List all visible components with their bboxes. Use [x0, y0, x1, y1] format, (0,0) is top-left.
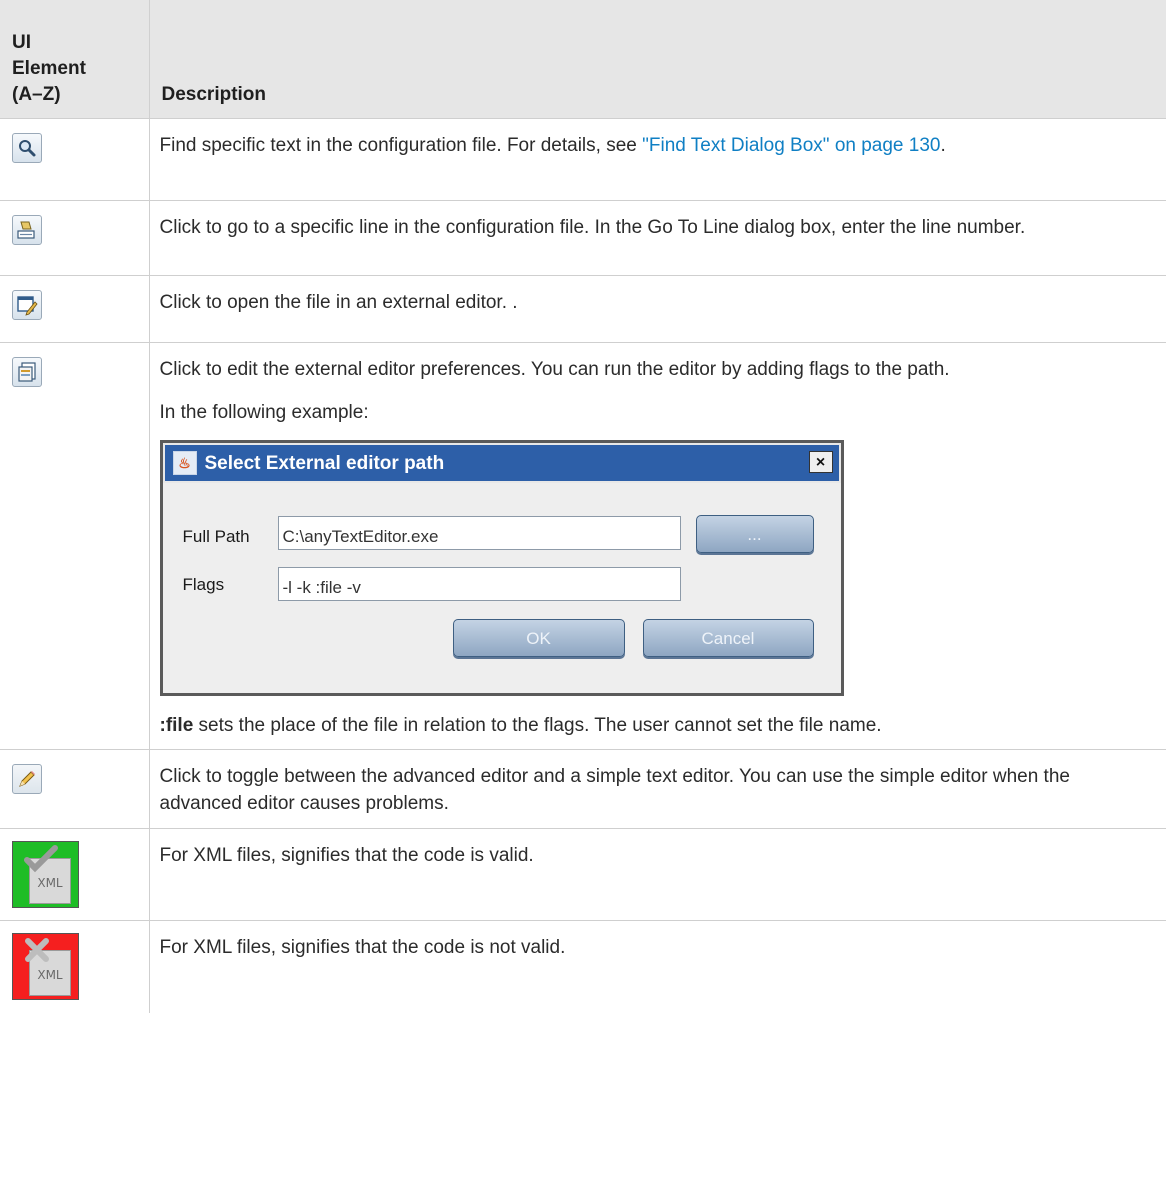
pencil-toggle-icon [12, 764, 42, 794]
flags-field[interactable]: -l -k :file -v [277, 567, 681, 601]
row-description: Find specific text in the configuration … [160, 132, 1153, 159]
description-text-end: . [940, 135, 946, 156]
table-row: Click to toggle between the advanced edi… [0, 749, 1166, 829]
dialog-title: Select External editor path [204, 452, 445, 474]
header-ui-element-line1: UI [12, 32, 31, 53]
file-flag-note: :file sets the place of the file in rela… [160, 712, 1153, 739]
ok-button[interactable]: OK [452, 619, 625, 657]
ui-elements-table: UI Element (A–Z) Description Find specif… [0, 0, 1166, 1013]
xml-valid-icon: XML [12, 841, 79, 908]
select-external-editor-dialog: ♨ Select External editor path × Full Pat… [159, 440, 844, 696]
table-row: Click to go to a specific line in the co… [0, 200, 1166, 276]
header-ui-element-line2: Element [12, 58, 86, 79]
go-to-line-icon [12, 215, 42, 245]
dialog-title-bar: ♨ Select External editor path [162, 443, 841, 483]
table-row: XML For XML files, signifies that the co… [0, 828, 1166, 921]
row-description: Click to open the file in an external ed… [159, 292, 518, 313]
full-path-field[interactable]: C:\anyTextEditor.exe [277, 516, 681, 550]
row-description: Click to go to a specific line in the co… [159, 217, 1026, 238]
table-row: Find specific text in the configuration … [0, 118, 1166, 201]
header-ui-element-line3: (A–Z) [12, 84, 61, 105]
example-intro: In the following example: [159, 402, 369, 423]
file-flag-explanation: sets the place of the file in relation t… [193, 715, 882, 736]
header-description: Description [149, 0, 1166, 119]
xml-invalid-icon: XML [12, 933, 79, 1000]
row-description: For XML files, signifies that the code i… [159, 937, 566, 958]
editor-preferences-icon [12, 357, 42, 387]
java-app-icon: ♨ [172, 451, 197, 475]
flags-label: Flags [182, 575, 225, 594]
row-description: Click to edit the external editor prefer… [159, 359, 950, 380]
cancel-button[interactable]: Cancel [642, 619, 814, 657]
row-description: Click to toggle between the advanced edi… [159, 766, 1070, 814]
header-ui-element: UI Element (A–Z) [0, 0, 150, 119]
dialog-close-icon[interactable]: × [808, 451, 833, 473]
external-editor-icon [12, 290, 42, 320]
find-text-dialog-link[interactable]: "Find Text Dialog Box" on page 130 [642, 135, 940, 156]
row-description: For XML files, signifies that the code i… [159, 845, 534, 866]
description-text: Find specific text in the configuration … [159, 135, 643, 156]
table-row: XML For XML files, signifies that the co… [0, 920, 1166, 1013]
browse-button[interactable]: ... [695, 515, 814, 553]
file-flag-keyword: :file [159, 715, 194, 736]
table-header-row: UI Element (A–Z) Description [0, 0, 1166, 119]
table-row: Click to edit the external editor prefer… [0, 342, 1166, 750]
table-row: Click to open the file in an external ed… [0, 275, 1166, 343]
full-path-label: Full Path [182, 527, 250, 546]
find-text-icon [12, 133, 42, 163]
